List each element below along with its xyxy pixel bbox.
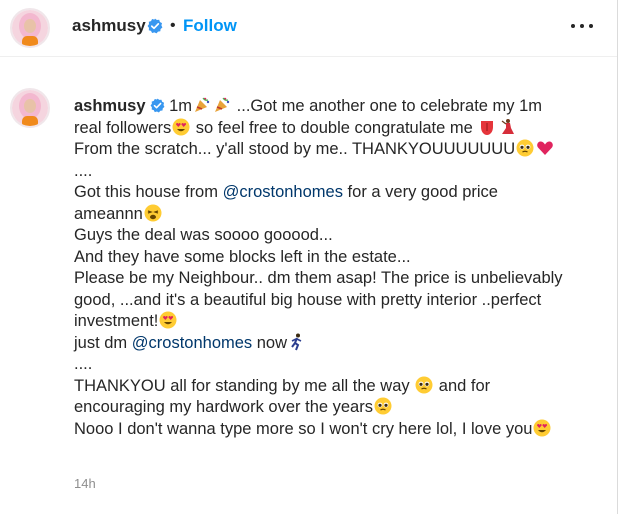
mention-link[interactable]: @crostonhomes: [132, 334, 252, 352]
verified-badge-icon: [147, 18, 163, 34]
caption-text-segment: good, ...and it's a beautiful big house …: [74, 290, 542, 309]
caption-text-segment: real followers: [74, 118, 172, 137]
caption-line: real followers so feel free to double co…: [74, 118, 604, 140]
caption-text-segment: Guys the deal was soooo gooood...: [74, 226, 333, 244]
caption-text-segment: THANKYOU all for standing by me all the …: [74, 376, 415, 395]
caption-line: Please be my Neighbour.. dm them asap! T…: [74, 268, 604, 290]
post-header: ashmusy • Follow: [0, 0, 617, 57]
caption-line: Guys the deal was soooo gooood...: [74, 225, 604, 247]
caption-line: ashmusy 1m ...Got me another one to cele…: [74, 96, 604, 118]
dancer-icon: [498, 118, 516, 136]
caption-line: good, ...and it's a beautiful big house …: [74, 290, 604, 312]
caption-text-segment: now: [252, 333, 288, 352]
caption-text-segment: And they have some blocks left in the es…: [74, 247, 411, 266]
caption-line: ....: [74, 354, 604, 376]
running-icon: [288, 333, 306, 351]
caption-line: ameannn: [74, 204, 604, 226]
avatar[interactable]: [10, 8, 50, 48]
heart-eyes-icon: [533, 419, 551, 437]
caption-text-segment: ....: [74, 161, 93, 180]
pleading-icon: [516, 139, 534, 157]
caption-line: THANKYOU all for standing by me all the …: [74, 376, 604, 398]
caption-text-segment: encouraging my hardwork over the years: [74, 398, 373, 416]
header-separator: •: [170, 17, 176, 34]
caption-avatar[interactable]: [10, 88, 50, 128]
weary-icon: [144, 204, 162, 222]
caption-text-segment: Got this house from: [74, 183, 223, 201]
post-container: ashmusy • Follow ashmusy 1m ...Got me an…: [0, 0, 618, 514]
caption-text-segment: so feel free to double congratulate me: [191, 118, 478, 137]
caption-line: encouraging my hardwork over the years: [74, 397, 604, 419]
caption-text: ashmusy 1m ...Got me another one to cele…: [74, 96, 604, 440]
post-caption: ashmusy 1m ...Got me another one to cele…: [74, 96, 604, 440]
caption-line: ....: [74, 161, 604, 183]
caption-text-segment: Nooo I don't wanna type more so I won't …: [74, 419, 533, 438]
caption-line: investment!: [74, 311, 604, 333]
caption-text-segment: ameannn: [74, 204, 143, 223]
red-heart-icon: [536, 139, 554, 157]
pleading-icon: [374, 397, 392, 415]
caption-text-segment: investment!: [74, 312, 159, 330]
verified-badge-icon: [146, 97, 165, 115]
post-timestamp[interactable]: 14h: [74, 476, 96, 491]
caption-text-segment: just dm: [74, 333, 132, 352]
caption-text-segment: and for: [434, 376, 491, 395]
party-popper-icon: [213, 96, 231, 114]
follow-button[interactable]: Follow: [183, 16, 237, 36]
caption-text-segment: ....: [74, 355, 93, 373]
more-options-icon[interactable]: [571, 24, 593, 30]
caption-line: Got this house from @crostonhomes for a …: [74, 182, 604, 204]
caption-line: From the scratch... y'all stood by me.. …: [74, 139, 604, 161]
header-username[interactable]: ashmusy: [72, 16, 146, 36]
party-popper-icon: [193, 96, 211, 114]
caption-text-segment: ...Got me another one to celebrate my 1m: [232, 97, 543, 115]
caption-line: Nooo I don't wanna type more so I won't …: [74, 419, 604, 441]
caption-line: And they have some blocks left in the es…: [74, 247, 604, 269]
mention-link[interactable]: @crostonhomes: [223, 183, 343, 201]
tongue-icon: [478, 118, 496, 136]
caption-text-segment: From the scratch... y'all stood by me.. …: [74, 140, 516, 158]
pleading-icon: [415, 376, 433, 394]
caption-text-segment: Please be my Neighbour.. dm them asap! T…: [74, 269, 563, 287]
heart-eyes-icon: [172, 118, 190, 136]
caption-text-segment: for a very good price: [342, 183, 498, 201]
caption-username[interactable]: ashmusy: [74, 97, 146, 115]
caption-line: just dm @crostonhomes now: [74, 333, 604, 355]
heart-eyes-icon: [159, 311, 177, 329]
caption-text-segment: 1m: [164, 97, 193, 115]
